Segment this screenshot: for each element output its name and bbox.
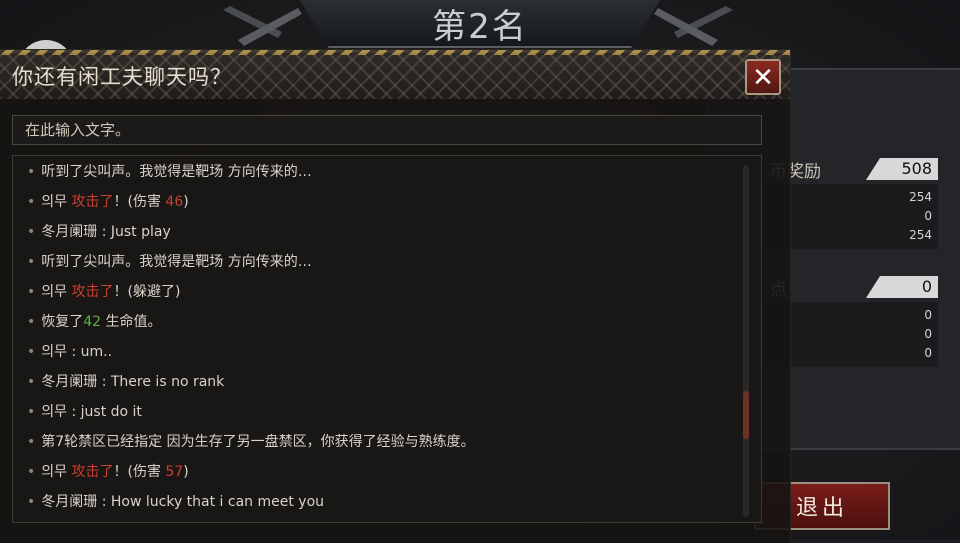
bullet-icon: • [27,194,36,210]
chat-message: • 恢复了42 生命值。 [27,311,162,333]
message-text: ) [183,464,189,480]
bullet-icon: • [27,284,36,300]
chat-message: • 第7轮禁区已经指定 因为生存了另一盘禁区，你获得了经验与熟练度。 [27,431,475,453]
bullet-icon: • [27,404,36,420]
message-text: 冬月阑珊 : Just play [41,224,171,240]
chat-message: • 冬月阑珊 : There is no rank [27,371,224,393]
chat-dialog: 你还有闲工夫聊天吗？ ✕ • 听到了尖叫声。我觉得是靶场 方向传来的… • 의무 攻击… [0,50,790,543]
chat-message: • 의무 攻击了！(躲避了) [27,281,180,303]
message-text: 57 [165,464,184,480]
message-text: 攻击了 [71,284,114,300]
message-text: ) [183,194,189,210]
chat-message: • 听到了尖叫声。我觉得是靶场 方向传来的… [27,161,312,183]
message-text: 46 [165,194,184,210]
close-button[interactable]: ✕ [745,59,781,95]
message-text: 의무 : just do it [41,404,142,420]
chat-title: 你还有闲工夫聊天吗？ [12,65,232,89]
points-value: 0 [866,276,938,298]
message-text: 听到了尖叫声。我觉得是靶场 方向传来的… [41,254,312,270]
bullet-icon: • [27,164,36,180]
message-text: ！(躲避了) [113,284,181,300]
message-text: 听到了尖叫声。我觉得是靶场 方向传来的… [41,164,312,180]
message-text: ！(伤害 [113,464,166,480]
message-text: 의무 [41,464,72,480]
message-text: 恢复了 [41,314,84,330]
message-text: 攻击了 [71,464,114,480]
chat-message: • 听到了尖叫声。我觉得是靶场 方向传来的… [27,251,312,273]
message-text: 42 [83,314,102,330]
bullet-icon: • [27,374,36,390]
bullet-icon: • [27,434,36,450]
chat-message: • 의무 攻击了！(伤害 57) [27,461,189,483]
message-list[interactable]: • 听到了尖叫声。我觉得是靶场 方向传来的… • 의무 攻击了！(伤害 46) • 冬月阑… [12,155,762,523]
message-text: 攻击了 [71,194,114,210]
message-text: 第7轮禁区已经指定 因为生存了另一盘禁区，你获得了经验与熟练度。 [41,434,475,450]
bullet-icon: • [27,464,36,480]
chat-input[interactable] [12,115,762,145]
message-text: 의무 [41,194,72,210]
bullet-icon: • [27,254,36,270]
bullet-icon: • [27,344,36,360]
message-text: 冬月阑珊 : How lucky that i can meet you [41,494,325,510]
message-text: ！(伤害 [113,194,166,210]
chat-message: • 의무 攻击了！(伤害 46) [27,191,189,213]
message-text: 冬月阑珊 : There is no rank [41,374,225,390]
chat-message: • 冬月阑珊 : How lucky that i can meet you [27,491,324,513]
message-text: 의무 [41,284,72,300]
chat-message: • 冬月阑珊 : Just play [27,221,171,243]
scroll-thumb[interactable] [743,391,749,439]
chat-message: • 의무 : just do it [27,401,142,423]
coin-reward-value: 508 [866,158,938,180]
scrollbar[interactable] [743,165,749,517]
bullet-icon: • [27,314,36,330]
rank-title: 第2名 [300,0,660,48]
crossed-guns-icon [654,6,733,46]
message-text: 의무 : um.. [41,344,113,360]
bullet-icon: • [27,224,36,240]
crossed-guns-icon [223,6,302,46]
bullet-icon: • [27,494,36,510]
chat-message: • 의무 : um.. [27,341,112,363]
message-text: 生命值。 [101,314,162,330]
hazard-stripe [0,50,790,55]
